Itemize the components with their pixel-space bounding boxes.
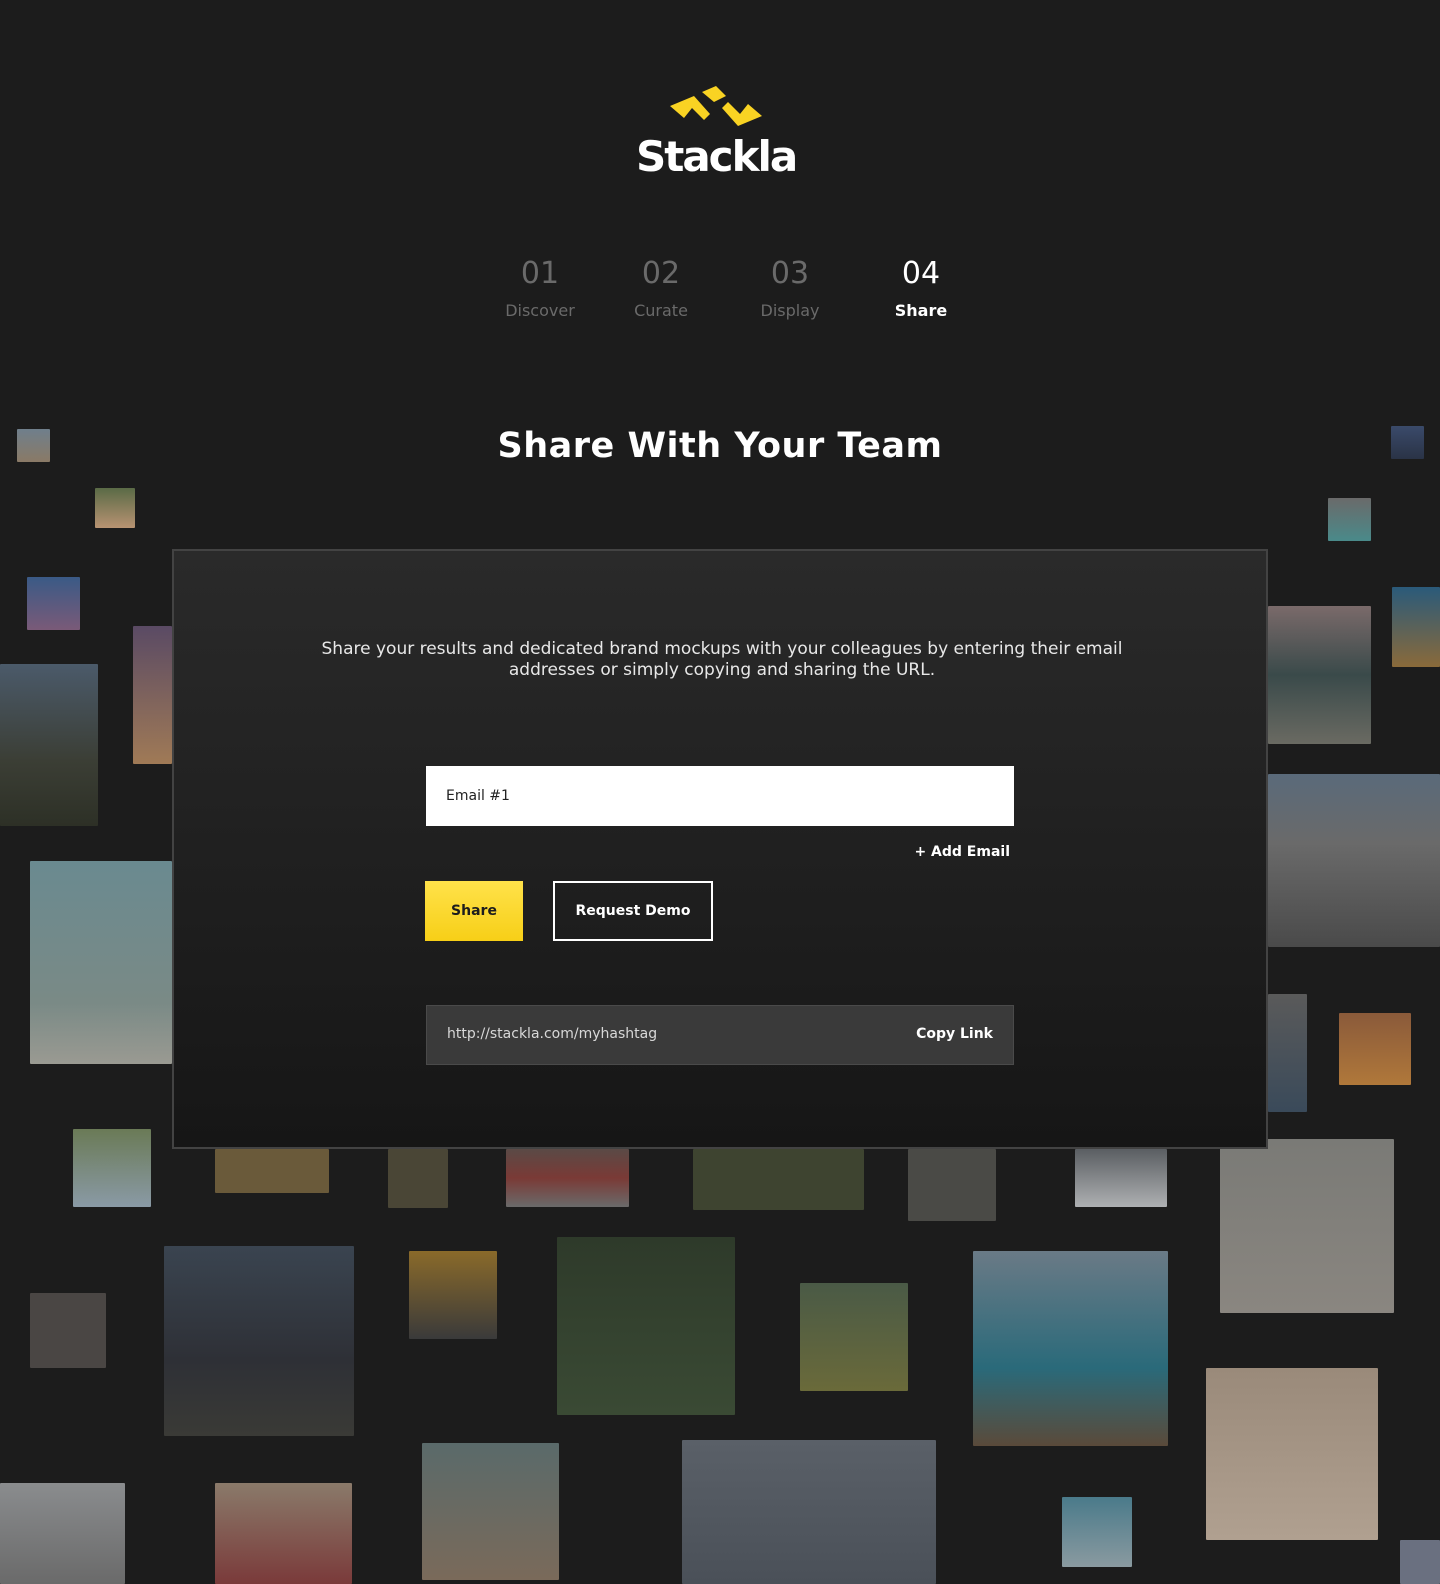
step-discover[interactable]: 01 Discover bbox=[480, 256, 600, 320]
photo-tile bbox=[95, 488, 135, 528]
panel-description: Share your results and dedicated brand m… bbox=[321, 639, 1123, 680]
step-curate[interactable]: 02 Curate bbox=[601, 256, 721, 320]
share-panel: Share your results and dedicated brand m… bbox=[172, 549, 1268, 1149]
photo-tile bbox=[0, 1483, 125, 1584]
photo-tile bbox=[1268, 994, 1307, 1112]
photo-tile bbox=[1400, 1540, 1440, 1584]
photo-tile bbox=[1268, 606, 1371, 744]
photo-tile bbox=[0, 664, 98, 826]
photo-tile bbox=[1328, 498, 1371, 541]
photo-tile bbox=[1075, 1149, 1167, 1207]
photo-tile bbox=[1268, 774, 1440, 947]
photo-tile bbox=[1062, 1497, 1132, 1567]
step-display[interactable]: 03 Display bbox=[730, 256, 850, 320]
photo-tile bbox=[1206, 1368, 1378, 1540]
request-demo-button[interactable]: Request Demo bbox=[553, 881, 713, 941]
step-label: Curate bbox=[634, 301, 688, 320]
photo-tile bbox=[506, 1149, 629, 1207]
step-label: Discover bbox=[505, 301, 575, 320]
photo-tile bbox=[30, 1293, 106, 1368]
copy-link-button[interactable]: Copy Link bbox=[916, 1026, 993, 1042]
share-url-bar: http://stackla.com/myhashtag Copy Link bbox=[426, 1005, 1014, 1065]
brand-name: Stackla bbox=[636, 132, 798, 181]
step-share[interactable]: 04 Share bbox=[861, 256, 981, 320]
step-number: 02 bbox=[641, 256, 681, 291]
photo-tile bbox=[422, 1443, 559, 1580]
step-number: 04 bbox=[901, 256, 941, 291]
photo-tile bbox=[164, 1246, 354, 1436]
step-number: 01 bbox=[520, 256, 560, 291]
photo-tile bbox=[693, 1149, 864, 1210]
photo-tile bbox=[1392, 587, 1440, 667]
step-label: Share bbox=[894, 301, 948, 320]
email-field[interactable] bbox=[426, 766, 1014, 826]
share-button[interactable]: Share bbox=[425, 881, 523, 941]
photo-tile bbox=[1339, 1013, 1411, 1085]
photo-tile bbox=[73, 1129, 151, 1207]
share-url[interactable]: http://stackla.com/myhashtag bbox=[447, 1026, 657, 1042]
page-title: Share With Your Team bbox=[497, 426, 943, 466]
photo-tile bbox=[682, 1440, 936, 1584]
stackla-logo: Stackla bbox=[636, 86, 806, 186]
photo-tile bbox=[1220, 1139, 1394, 1313]
photo-tile bbox=[908, 1149, 996, 1221]
photo-tile bbox=[27, 577, 80, 630]
photo-tile bbox=[215, 1149, 329, 1193]
add-email-link[interactable]: + Add Email bbox=[914, 844, 1010, 860]
photo-tile bbox=[388, 1149, 448, 1208]
step-navigation: 01 Discover 02 Curate 03 Display 04 Shar… bbox=[480, 256, 960, 336]
photo-tile bbox=[973, 1251, 1168, 1446]
photo-tile bbox=[409, 1251, 497, 1339]
photo-tile bbox=[30, 861, 172, 1064]
step-number: 03 bbox=[770, 256, 810, 291]
photo-tile bbox=[133, 626, 172, 764]
photo-tile bbox=[800, 1283, 908, 1391]
photo-tile bbox=[215, 1483, 352, 1584]
step-label: Display bbox=[760, 301, 820, 320]
photo-tile bbox=[557, 1237, 735, 1415]
